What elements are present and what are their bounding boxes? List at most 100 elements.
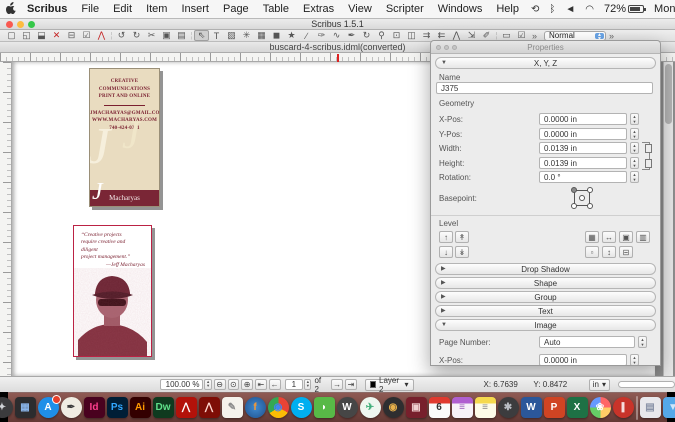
next-page-button[interactable]: → — [331, 379, 343, 390]
dock-evernote[interactable]: ◗ — [314, 397, 335, 418]
xpos-input[interactable]: 0.0000 in — [539, 354, 627, 366]
page-number-input[interactable]: Auto — [539, 336, 635, 348]
zoom-stepper[interactable]: ▲▼ — [204, 379, 211, 390]
dock-illustrator[interactable]: Ai — [130, 397, 151, 418]
tool-copy-icon[interactable]: ▣ — [159, 30, 174, 41]
dock-firefox[interactable]: f — [245, 397, 266, 418]
tool-redo-icon[interactable]: ↻ — [129, 30, 144, 41]
dock-excel[interactable]: X — [567, 397, 588, 418]
dock-photoshop[interactable]: Ps — [107, 397, 128, 418]
menu-item[interactable]: View — [341, 3, 379, 15]
tool-rotate-item-icon[interactable]: ↻ — [359, 30, 374, 41]
dock-photo-booth[interactable]: ◉ — [383, 397, 404, 418]
section-button[interactable]: ▶ Text — [435, 305, 656, 317]
tool-close-document-icon[interactable]: ✕ — [49, 30, 64, 41]
tool-preflight-verifier-icon[interactable]: ☑ — [79, 30, 94, 41]
style-dropdown[interactable]: Normal ▲▼ — [544, 31, 606, 41]
dock-scribus[interactable]: ✒ — [61, 397, 82, 418]
stepper-buttons[interactable]: ▲▼ — [630, 128, 639, 140]
tool-cut-icon[interactable]: ✂ — [144, 30, 159, 41]
basepoint-bottom-left[interactable] — [571, 203, 577, 209]
obj-ungroup-icon[interactable]: ▫ — [585, 246, 599, 258]
basepoint-selector[interactable] — [571, 187, 593, 209]
dock-downloads-folder[interactable]: ▼ — [663, 397, 675, 418]
tool-insert-line-icon[interactable]: ∕ — [299, 30, 314, 41]
zoom-out-button[interactable]: ⊖ — [214, 379, 226, 390]
tool-select-item-icon[interactable]: ⇖ — [194, 30, 209, 41]
menu-item[interactable]: Extras — [296, 3, 341, 15]
last-page-button[interactable]: ⇥ — [345, 379, 357, 390]
basepoint-top-right[interactable] — [587, 187, 593, 193]
previous-page-button[interactable]: ← — [269, 379, 281, 390]
vertical-ruler[interactable] — [0, 62, 12, 376]
menu-item[interactable]: Page — [216, 3, 256, 15]
tool-insert-bezier-icon[interactable]: ✑ — [314, 30, 329, 41]
toolbar-overflow-left[interactable]: » — [529, 31, 540, 41]
dock-stickies[interactable]: ≡ — [452, 397, 473, 418]
dock-documents-stack[interactable]: ▤ — [640, 397, 661, 418]
menu-item[interactable]: File — [74, 3, 106, 15]
section-button[interactable]: ▶ Drop Shadow — [435, 263, 656, 275]
dock-notes[interactable]: ≡ — [475, 397, 496, 418]
stepper-buttons[interactable]: ▲▼ — [630, 142, 639, 154]
panel-zoom-button[interactable] — [452, 45, 457, 50]
tool-paste-icon[interactable]: ▤ — [174, 30, 189, 41]
menu-item[interactable]: Windows — [431, 3, 490, 15]
dock-mission-control[interactable]: ▦ — [15, 397, 36, 418]
tool-open-document-icon[interactable]: ◱ — [19, 30, 34, 41]
tool-story-editor-icon[interactable]: ◫ — [404, 30, 419, 41]
dock-indesign[interactable]: Id — [84, 397, 105, 418]
tool-insert-freehand-icon[interactable]: ∿ — [329, 30, 344, 41]
menu-item[interactable]: Scribus — [20, 3, 74, 15]
menu-item[interactable]: Table — [256, 3, 296, 15]
tool-new-document-icon[interactable]: ▢ — [4, 30, 19, 41]
tool-insert-image-frame-icon[interactable]: ▧ — [224, 30, 239, 41]
field-input[interactable]: 0.0000 in — [539, 128, 627, 140]
menu-clock[interactable]: Mon Jun 6 4:48 PM — [649, 3, 675, 15]
menu-item[interactable]: Insert — [174, 3, 216, 15]
stepper-buttons[interactable]: ▲▼ — [630, 171, 639, 183]
business-card-front[interactable]: CREATIVE COMMUNICATIONS PRINT AND ONLINE… — [89, 68, 160, 207]
section-button[interactable]: ▶ Shape — [435, 277, 656, 289]
level-raise-to-top-icon[interactable]: ↟ — [455, 231, 469, 243]
obj-lock-size-icon[interactable]: ▥ — [636, 231, 650, 243]
zoom-level-input[interactable]: 100.00 % — [160, 379, 203, 390]
tool-print-icon[interactable]: ⊟ — [64, 30, 79, 41]
obj-lock-object-icon[interactable]: ▣ — [619, 231, 633, 243]
link-width-height-icon[interactable] — [642, 142, 650, 170]
level-lower-to-bottom-icon[interactable]: ↡ — [455, 246, 469, 258]
field-input[interactable]: 0.0000 in — [539, 113, 627, 125]
dock-wordpress[interactable]: W — [337, 397, 358, 418]
tool-export-pdf-icon[interactable]: ⋀ — [94, 30, 109, 41]
field-input[interactable]: 0.0139 in — [539, 157, 627, 169]
tool-insert-shape-icon[interactable]: ◼ — [269, 30, 284, 41]
dock-textedit[interactable]: ✎ — [222, 397, 243, 418]
name-input[interactable]: J375 — [436, 82, 653, 94]
unit-dropdown[interactable]: in ▾ — [589, 379, 610, 391]
field-input[interactable]: 0.0139 in — [539, 142, 627, 154]
tool-edit-contents-icon[interactable]: ⊡ — [389, 30, 404, 41]
dock-skype[interactable]: S — [291, 397, 312, 418]
field-input[interactable]: 0.0 ° — [539, 171, 627, 183]
dock-app-store[interactable]: A — [38, 397, 59, 418]
business-card-back[interactable]: “Creative projects require creative and … — [73, 225, 152, 357]
time-machine-icon[interactable]: ⟲ — [526, 4, 544, 15]
tool-undo-icon[interactable]: ↺ — [114, 30, 129, 41]
dock-image-capture[interactable]: ▣ — [406, 397, 427, 418]
dock-airmail[interactable]: ✈ — [360, 397, 381, 418]
section-button[interactable]: ▶ Group — [435, 291, 656, 303]
properties-panel-title-bar[interactable]: Properties — [431, 41, 660, 54]
tool-insert-polygon-icon[interactable]: ★ — [284, 30, 299, 41]
tool-insert-render-frame-icon[interactable]: ✳ — [239, 30, 254, 41]
menu-item[interactable]: Edit — [106, 3, 139, 15]
first-page-button[interactable]: ⇤ — [255, 379, 267, 390]
volume-icon[interactable]: ◄ — [560, 4, 580, 15]
dock-calendar[interactable]: 6 — [429, 397, 450, 418]
obj-group-icon[interactable]: ▦ — [585, 231, 599, 243]
dock-chrome[interactable]: ◉ — [268, 397, 289, 418]
page-stepper[interactable]: ▲▼ — [304, 379, 311, 390]
dock-system-preferences[interactable]: ✱ — [498, 397, 519, 418]
menu-item[interactable]: Help — [489, 3, 526, 15]
dock-parallels[interactable]: ∥ — [613, 397, 634, 418]
dock-acrobat-reader[interactable]: ⋀ — [199, 397, 220, 418]
